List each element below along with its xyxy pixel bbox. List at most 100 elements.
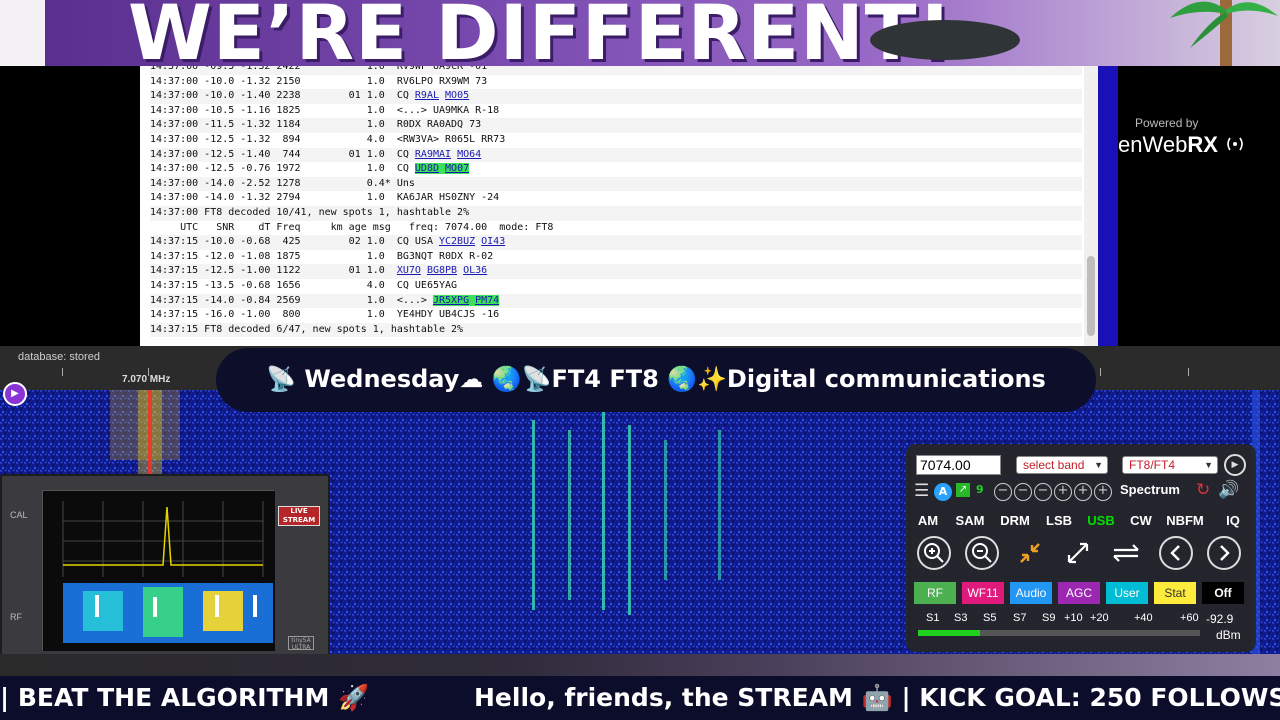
callsign-link[interactable]: MO64: [457, 149, 481, 160]
smeter-scale-label: S7: [1013, 612, 1027, 624]
refresh-icon[interactable]: ↻: [1196, 480, 1210, 500]
callsign-link[interactable]: MO05: [445, 90, 469, 101]
decode-log-panel: 14:37:00 -09.5 -1.32 2422 1.0 RV9WF UA9C…: [0, 66, 1280, 346]
callsign-link[interactable]: OL36: [463, 265, 487, 276]
powered-by-label: Powered by: [1135, 116, 1199, 130]
log-line: 14:37:15 -16.0 -1.00 800 1.0 YE4HDY UB4C…: [150, 308, 1082, 323]
log-line: 14:37:00 -10.5 -1.16 1825 1.0 <...> UA9M…: [150, 104, 1082, 119]
callsign-link[interactable]: MO07: [445, 163, 469, 174]
callsign-link[interactable]: YC2BUZ: [439, 236, 475, 247]
mode-select[interactable]: FT8/FT4 ▼: [1122, 456, 1218, 474]
log-line-text: 14:37:15 FT8 decoded 6/47, new spots 1, …: [150, 323, 464, 335]
log-line-text: 14:37:15 -16.0 -1.00 800 1.0 YE4HDY UB4C…: [150, 309, 500, 321]
expand-tool[interactable]: [1061, 536, 1095, 570]
callsign-link[interactable]: UD8D: [415, 163, 439, 174]
callsign-link[interactable]: JR5XPG: [433, 295, 469, 306]
mode-drm[interactable]: DRM: [996, 510, 1034, 532]
callsign-link[interactable]: RA9MAI: [415, 149, 451, 160]
mode-select-value: FT8/FT4: [1129, 458, 1176, 472]
smeter-scale-label: +40: [1134, 612, 1153, 624]
collapse-arrows-icon: [1020, 543, 1040, 563]
callsign-link[interactable]: OI43: [481, 236, 505, 247]
rf-button[interactable]: RF: [914, 582, 956, 604]
brand-prefix: enWeb: [1118, 132, 1188, 157]
banner-side-panel: [0, 0, 45, 68]
callsign-link[interactable]: BG8PB: [427, 265, 457, 276]
mode-iq[interactable]: IQ: [1214, 510, 1252, 532]
log-scrollbar-thumb[interactable]: [1087, 256, 1095, 336]
expand-icon[interactable]: ↗: [956, 483, 970, 497]
spectrum-button[interactable]: Spectrum: [1120, 482, 1180, 497]
auto-badge[interactable]: A: [934, 483, 952, 501]
next-tool[interactable]: [1207, 536, 1241, 570]
device-brand: tinySA ULTRA: [288, 636, 314, 651]
magnify-minus-icon: [972, 543, 992, 563]
band-select[interactable]: select band ▼: [1016, 456, 1108, 474]
device-rf-label: RF: [10, 612, 22, 622]
play-icon[interactable]: ▶: [3, 382, 27, 406]
off-button[interactable]: Off: [1202, 582, 1244, 604]
user-button[interactable]: User: [1106, 582, 1148, 604]
swap-tool[interactable]: [1109, 536, 1143, 570]
callsign-link[interactable]: R9AL: [415, 90, 439, 101]
mode-cw[interactable]: CW: [1126, 510, 1156, 532]
previous-tool[interactable]: [1159, 536, 1193, 570]
scale-tick: [1100, 368, 1101, 376]
openwebrx-logo[interactable]: enWebRX: [1118, 132, 1246, 158]
log-line: 14:37:00 -12.5 -0.76 1972 1.0 CQ UD8D MO…: [150, 162, 1082, 177]
scale-tick: [148, 368, 149, 376]
audio-button[interactable]: Audio: [1010, 582, 1052, 604]
log-line-text: 14:37:00 -09.5 -1.32 2422 1.0 RV9WF UA9C…: [150, 66, 488, 72]
smeter-scale-label: +20: [1090, 612, 1109, 624]
zoom-in-icon[interactable]: +: [1094, 483, 1112, 501]
speaker-icon[interactable]: 🔊: [1218, 480, 1239, 500]
ft8-decode-log[interactable]: 14:37:00 -09.5 -1.32 2422 1.0 RV9WF UA9C…: [140, 66, 1090, 346]
chevron-right-icon: [1220, 545, 1230, 561]
callsign-link[interactable]: PM74: [475, 295, 499, 306]
brand-bold: RX: [1187, 132, 1218, 157]
log-line: 14:37:00 -10.0 -1.40 2238 01 1.0 CQ R9AL…: [150, 89, 1082, 104]
menu-icon[interactable]: ☰: [914, 481, 929, 501]
mode-sam[interactable]: SAM: [952, 510, 988, 532]
frequency-input[interactable]: 7074.00: [916, 455, 1001, 475]
mode-am[interactable]: AM: [912, 510, 944, 532]
zoom-out-icon[interactable]: −: [994, 483, 1012, 501]
log-line: 14:37:00 -10.0 -1.32 2150 1.0 RV6LPO RX9…: [150, 75, 1082, 90]
magnify-plus-icon: [924, 543, 944, 563]
smeter-scale-label: S1: [926, 612, 940, 624]
auto-badge-label: A: [938, 485, 948, 498]
zoom-out-icon[interactable]: −: [1014, 483, 1032, 501]
banner-cloud-graphic: [870, 20, 1020, 60]
zoom-in-icon[interactable]: +: [1054, 483, 1072, 501]
smeter-scale-label: +10: [1064, 612, 1083, 624]
agc-button[interactable]: AGC: [1058, 582, 1100, 604]
zoom-in-tool[interactable]: [917, 536, 951, 570]
mode-nbfm[interactable]: NBFM: [1162, 510, 1208, 532]
log-line: 14:37:00 -14.0 -1.32 2794 1.0 KA6JAR HS0…: [150, 191, 1082, 206]
smeter-scale-label: +60: [1180, 612, 1199, 624]
device-cal-label: CAL: [10, 510, 28, 520]
log-scrollbar[interactable]: [1084, 66, 1098, 346]
waterfall-button[interactable]: WF11: [962, 582, 1004, 604]
zoom-out-icon[interactable]: −: [1034, 483, 1052, 501]
log-line: 14:37:15 -13.5 -0.68 1656 4.0 CQ UE65YAG: [150, 279, 1082, 294]
stream-banner: WE’RE DIFFERENT!: [0, 0, 1280, 68]
device-spectrum-graphic: [43, 491, 275, 651]
mode-lsb[interactable]: LSB: [1042, 510, 1076, 532]
log-line-text: 14:37:00 -10.0 -1.40 2238 01 1.0 CQ: [150, 90, 415, 102]
collapse-tool[interactable]: [1013, 536, 1047, 570]
scale-frequency-label: 7.070 MHz: [122, 374, 171, 385]
mode-usb[interactable]: USB: [1084, 510, 1118, 532]
expand-arrows-icon: [1067, 542, 1089, 564]
receiver-control-panel: 7074.00 select band ▼ FT8/FT4 ▼ ▶ ☰ A ↗ …: [906, 444, 1256, 652]
chevron-left-icon: [1170, 545, 1180, 561]
smeter-level-bar: [918, 630, 981, 636]
zoom-in-icon[interactable]: +: [1074, 483, 1092, 501]
zoom-out-tool[interactable]: [965, 536, 999, 570]
spectrum-analyzer-inset: CAL RF LIVE STREAM tinySA ULTRA: [0, 474, 330, 660]
stat-button[interactable]: Stat: [1154, 582, 1196, 604]
play-icon[interactable]: ▶: [1224, 454, 1246, 476]
callsign-link[interactable]: XU7O: [397, 265, 421, 276]
ticker-right-text: Hello, friends, the STREAM 🤖 | KICK GOAL…: [474, 683, 1280, 712]
log-line-text: 14:37:00 -12.5 -1.40 744 01 1.0 CQ: [150, 148, 415, 160]
